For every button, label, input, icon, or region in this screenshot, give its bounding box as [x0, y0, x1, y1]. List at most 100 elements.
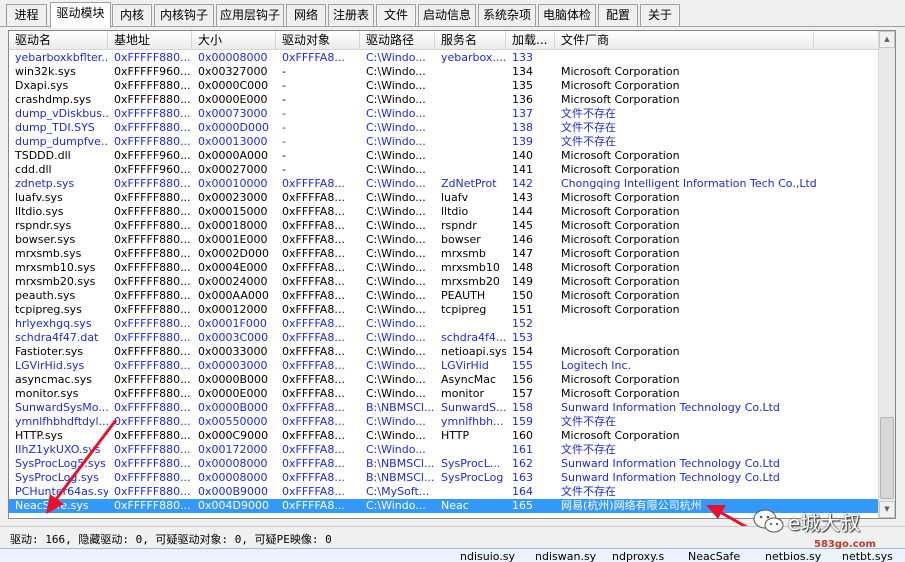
table-row[interactable]: Dxapi.sys 0xFFFFF880... 0x0000C000- C:\Wind…: [9, 79, 879, 93]
table-row[interactable]: TSDDD.dll 0xFFFFF960... 0x0000A000- C:\Wind…: [9, 149, 879, 163]
cell-file-vendor: Microsoft Corporation: [561, 163, 680, 176]
cell-base-address: 0xFFFFF880...: [114, 205, 191, 218]
cell-load-order: 155: [512, 359, 533, 372]
cell-file-vendor: Sunward Information Technology Co.Ltd: [561, 401, 780, 414]
cell-service-name: Neac: [441, 499, 469, 512]
table-row[interactable]: ymnlfhbhdftdyl... 0xFFFFF880... 0x00550000…: [9, 415, 879, 429]
scroll-up-button[interactable]: ▲: [879, 31, 895, 48]
cell-size: 0x0001F000: [198, 317, 267, 330]
cell-driver-path: C:\Windo...: [366, 261, 426, 274]
tab-registry[interactable]: 注册表: [328, 4, 374, 26]
table-row[interactable]: tcpipreg.sys 0xFFFFF880... 0x00012000 0xFFF…: [9, 303, 879, 317]
cell-driver-name: monitor.sys: [15, 387, 79, 400]
table-row[interactable]: mrxsmb20.sys 0xFFFFF880... 0x00024000 0xFFF…: [9, 275, 879, 289]
cell-size: 0x000AA000: [198, 289, 269, 302]
cell-size: 0x0002D000: [198, 247, 269, 260]
table-row[interactable]: SunwardSysMo... 0xFFFFF880... 0x0000B000 0x…: [9, 401, 879, 415]
cell-driver-path: C:\Windo...: [366, 65, 426, 78]
table-row[interactable]: lltdio.sys 0xFFFFF880... 0x00015000 0xFFFFA…: [9, 205, 879, 219]
tab-processes[interactable]: 进程: [6, 4, 47, 26]
table-row-selected[interactable]: NeacSafe.sys 0xFFFFF880... 0x004D9000 0xFFF…: [9, 499, 879, 513]
table-row[interactable]: HTTP.sys 0xFFFFF880... 0x000C9000 0xFFFFA8.…: [9, 429, 879, 443]
cell-load-order: 143: [512, 191, 533, 204]
table-row[interactable]: dump_dumpfve... 0xFFFFF880... 0x00013000 - C…: [9, 135, 879, 149]
tab-files[interactable]: 文件: [376, 4, 416, 26]
driver-list[interactable]: 驱动名 基地址 大小 驱动对象 驱动路径 服务名 加载... 文件厂商 yeba…: [8, 30, 896, 519]
tab-pc-checkup[interactable]: 电脑体检: [538, 4, 596, 26]
column-header-base-address[interactable]: 基地址: [108, 31, 192, 50]
table-row[interactable]: hrlyexhgq.sys 0xFFFFF880... 0x0001F000 0xFF…: [9, 317, 879, 331]
table-row[interactable]: yebarboxkbflter... 0xFFFFF880... 0x0000800…: [9, 51, 879, 65]
column-header-size[interactable]: 大小: [192, 31, 276, 50]
table-row[interactable]: mrxsmb10.sys 0xFFFFF880... 0x0004E000 0xFFF…: [9, 261, 879, 275]
cell-load-order: 160: [512, 429, 533, 442]
vertical-scrollbar[interactable]: ▲ ▼: [878, 31, 895, 518]
table-row[interactable]: peauth.sys 0xFFFFF880... 0x000AA000 0xFFFFA…: [9, 289, 879, 303]
table-row[interactable]: SysProcLog5.sys 0xFFFFF880... 0x00008000 0x…: [9, 457, 879, 471]
cell-load-order: 151: [512, 303, 533, 316]
cell-service-name: bowser: [441, 233, 481, 246]
table-row[interactable]: Fastioter.sys 0xFFFFF880... 0x00033000 0xFF…: [9, 345, 879, 359]
column-header-driver-object[interactable]: 驱动对象: [276, 31, 360, 50]
cell-driver-name: peauth.sys: [15, 289, 76, 302]
cell-driver-path: C:\Windo...: [366, 205, 426, 218]
table-row[interactable]: win32k.sys 0xFFFFF960... 0x00327000 - C:\Win…: [9, 65, 879, 79]
table-row[interactable]: SysProcLog.sys 0xFFFFF880... 0x00008000 0xF…: [9, 471, 879, 485]
cell-load-order: 146: [512, 233, 533, 246]
table-row[interactable]: monitor.sys 0xFFFFF880... 0x0000E000 0xFFFF…: [9, 387, 879, 401]
cell-driver-name: lltdio.sys: [15, 205, 64, 218]
table-row[interactable]: zdnetp.sys 0xFFFFF880... 0x00010000 0xFFFFA…: [9, 177, 879, 191]
cell-driver-name: schdra4f47.dat: [15, 331, 99, 344]
column-header-service-name[interactable]: 服务名: [435, 31, 506, 50]
column-header-load-order[interactable]: 加载...: [506, 31, 555, 50]
watermark-text: e城大叔: [788, 511, 861, 535]
cell-base-address: 0xFFFFF880...: [114, 191, 191, 204]
cell-service-name: rspndr: [441, 219, 477, 232]
tab-kernel[interactable]: 内核: [112, 4, 152, 26]
scroll-thumb[interactable]: [880, 417, 894, 499]
cell-load-order: 142: [512, 177, 533, 190]
table-row[interactable]: PCHunter64as.sys 0xFFFFF880... 0x000B9000 0…: [9, 485, 879, 499]
cell-service-name: tcpipreg: [441, 303, 487, 316]
table-row[interactable]: LGVirHid.sys 0xFFFFF880... 0x00003000 0xFFF…: [9, 359, 879, 373]
tab-kernel-hooks[interactable]: 内核钩子: [154, 4, 214, 26]
cell-size: 0x00033000: [198, 345, 268, 358]
cell-driver-object: 0xFFFFA8...: [282, 275, 345, 288]
table-row[interactable]: mrxsmb.sys 0xFFFFF880... 0x0002D000 0xFFFFA…: [9, 247, 879, 261]
table-row[interactable]: asyncmac.sys 0xFFFFF880... 0x0000B000 0xFFF…: [9, 373, 879, 387]
tab-startup-info[interactable]: 启动信息: [418, 4, 476, 26]
cell-driver-name: Fastioter.sys: [15, 345, 83, 358]
cell-driver-path: C:\Windo...: [366, 275, 426, 288]
tab-about[interactable]: 关于: [640, 4, 680, 26]
table-row[interactable]: rspndr.sys 0xFFFFF880... 0x00018000 0xFFFFA…: [9, 219, 879, 233]
watermark-url: 583go.com: [814, 539, 876, 550]
cell-driver-path: C:\Windo...: [366, 387, 426, 400]
column-header-driver-path[interactable]: 驱动路径: [360, 31, 435, 50]
table-row[interactable]: dump_vDiskbus... 0xFFFFF880... 0x00073000 -…: [9, 107, 879, 121]
table-row[interactable]: dump_TDI.SYS 0xFFFFF880... 0x0000D000- C:\W…: [9, 121, 879, 135]
cell-base-address: 0xFFFFF880...: [114, 499, 191, 512]
cell-driver-path: C:\Windo...: [366, 135, 426, 148]
cell-base-address: 0xFFFFF880...: [114, 457, 191, 470]
cell-file-vendor: Microsoft Corporation: [561, 373, 680, 386]
table-row[interactable]: bowser.sys 0xFFFFF880... 0x0001E000 0xFFFFA…: [9, 233, 879, 247]
cell-file-vendor: 文件不存在: [561, 121, 616, 134]
cell-size: 0x0004E000: [198, 261, 268, 274]
cell-service-name: [435, 443, 506, 457]
tab-network[interactable]: 网络: [286, 4, 326, 26]
table-row[interactable]: IIhZ1ykUXO.sys 0xFFFFF880... 0x00172000 0xF…: [9, 443, 879, 457]
cell-driver-name: luafv.sys: [15, 191, 63, 204]
table-row[interactable]: crashdmp.sys 0xFFFFF880... 0x0000E000 - C:\W…: [9, 93, 879, 107]
column-header-file-vendor[interactable]: 文件厂商: [555, 31, 814, 50]
tab-driver-modules[interactable]: 驱动模块: [50, 2, 111, 28]
tab-system-misc[interactable]: 系统杂项: [478, 4, 536, 26]
cell-file-vendor: [555, 317, 875, 331]
table-row[interactable]: luafv.sys 0xFFFFF880... 0x00023000 0xFFFFA8…: [9, 191, 879, 205]
column-header-driver-name[interactable]: 驱动名: [9, 31, 108, 50]
tab-config[interactable]: 配置: [598, 4, 638, 26]
table-row[interactable]: schdra4f47.dat 0xFFFFF880... 0x0003C000 0xF…: [9, 331, 879, 345]
tab-app-hooks[interactable]: 应用层钩子: [216, 4, 284, 26]
cell-file-vendor: Sunward Information Technology Co.Ltd: [561, 457, 780, 470]
table-row[interactable]: cdd.dll 0xFFFFF960... 0x00027000 - C:\Windo.…: [9, 163, 879, 177]
cell-driver-object: -: [282, 121, 286, 134]
